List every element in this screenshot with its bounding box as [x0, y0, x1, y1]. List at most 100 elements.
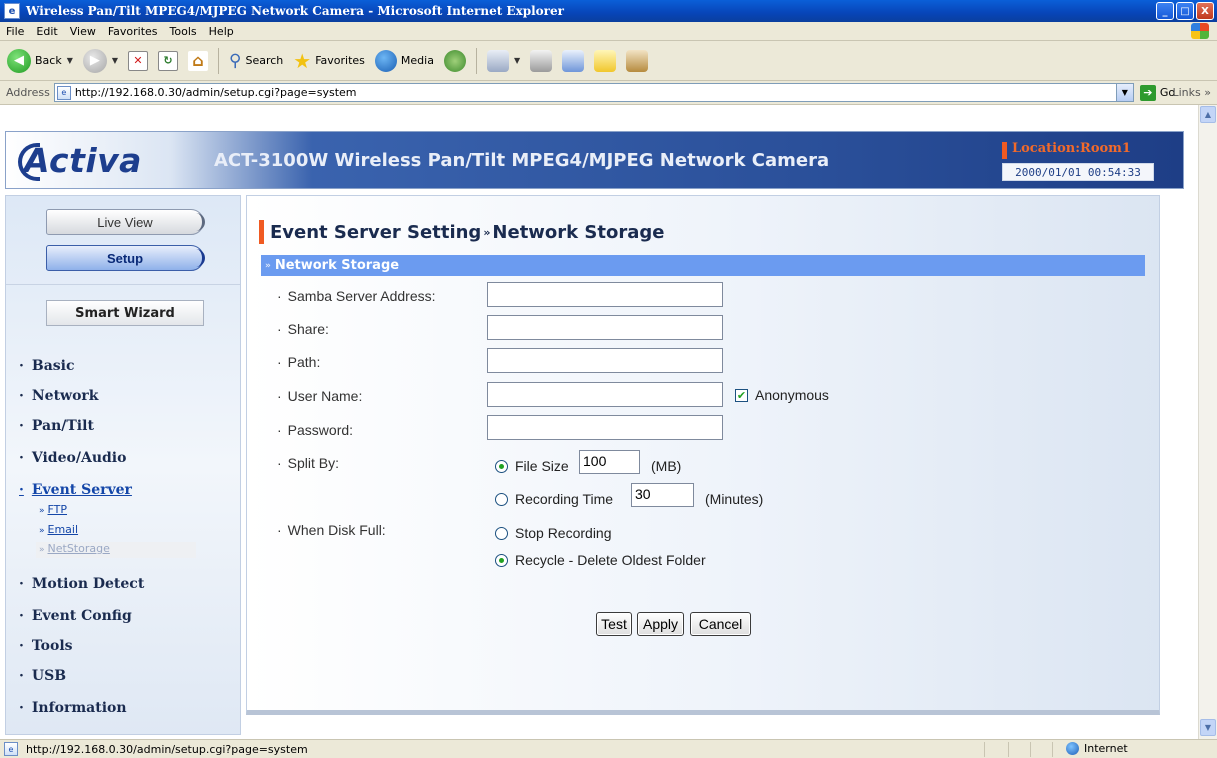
history-icon	[443, 49, 466, 72]
history-button[interactable]	[441, 45, 469, 77]
nav-information[interactable]: · Information	[19, 700, 127, 716]
nav-pan-tilt[interactable]: · Pan/Tilt	[19, 418, 94, 434]
vertical-scrollbar[interactable]: ▲ ▼	[1198, 105, 1217, 739]
print-button[interactable]	[527, 45, 555, 77]
nav-tools[interactable]: · Tools	[19, 638, 73, 654]
stop-recording-radio[interactable]	[495, 527, 508, 540]
nav-label: Information	[31, 700, 127, 716]
nav-label: Basic	[31, 358, 75, 374]
back-button[interactable]: ◀ Back ▼	[4, 45, 76, 77]
dropdown-arrow-icon: ▼	[66, 56, 73, 65]
smart-wizard-button[interactable]: Smart Wizard	[46, 300, 204, 326]
nav-basic[interactable]: · Basic	[19, 358, 75, 374]
location-label: Location:Room1	[1012, 141, 1131, 156]
edit-button[interactable]	[559, 45, 587, 77]
split-recording-time-radio[interactable]	[495, 493, 508, 506]
samba-address-input[interactable]	[487, 282, 723, 307]
discuss-button[interactable]	[591, 45, 619, 77]
status-bar: e http://192.168.0.30/admin/setup.cgi?pa…	[0, 739, 1217, 758]
username-input[interactable]	[487, 382, 723, 407]
setup-button[interactable]: Setup	[46, 245, 205, 271]
anonymous-checkbox[interactable]: ✔	[735, 389, 748, 402]
menu-view[interactable]: View	[64, 25, 102, 38]
path-input[interactable]	[487, 348, 723, 373]
activa-logo: Activa	[18, 141, 142, 181]
go-button[interactable]: ➔ Go	[1139, 84, 1175, 101]
recycle-radio[interactable]	[495, 554, 508, 567]
recording-time-unit: (Minutes)	[705, 491, 764, 507]
recycle-label: Recycle - Delete Oldest Folder	[515, 552, 706, 568]
password-input[interactable]	[487, 415, 723, 440]
minimize-button[interactable]: _	[1156, 2, 1174, 20]
nav-motion-detect[interactable]: · Motion Detect	[19, 576, 144, 592]
nav-event-server[interactable]: · Event Server	[19, 482, 132, 498]
nav-label: Motion Detect	[31, 576, 145, 592]
nav-event-config[interactable]: · Event Config	[19, 608, 132, 624]
cancel-button[interactable]: Cancel	[690, 612, 751, 636]
favorites-button[interactable]: ★ Favorites	[290, 45, 368, 77]
media-label: Media	[400, 54, 434, 67]
scroll-down-icon[interactable]: ▼	[1200, 719, 1216, 736]
stop-button[interactable]: ✕	[125, 45, 151, 77]
file-size-input[interactable]: 100	[579, 450, 640, 474]
research-button[interactable]	[623, 45, 651, 77]
apply-button[interactable]: Apply	[637, 612, 684, 636]
page-title: Event Server Setting » Network Storage	[259, 220, 664, 244]
maximize-button[interactable]: □	[1176, 2, 1194, 20]
test-button[interactable]: Test	[596, 612, 632, 636]
nav-label: Tools	[31, 638, 73, 654]
page-icon: e	[56, 85, 71, 100]
home-icon: ⌂	[188, 50, 209, 71]
security-zone: Internet	[1066, 742, 1128, 755]
section-title: Network Storage	[274, 258, 400, 273]
zone-label: Internet	[1084, 742, 1128, 755]
username-label: · User Name:	[277, 388, 363, 404]
address-input[interactable]: e http://192.168.0.30/admin/setup.cgi?pa…	[53, 83, 1134, 102]
go-arrow-icon: ➔	[1139, 84, 1156, 101]
address-dropdown-icon[interactable]: ▼	[1115, 84, 1133, 101]
menu-tools[interactable]: Tools	[164, 25, 203, 38]
links-label: Links	[1172, 86, 1201, 99]
close-button[interactable]: X	[1196, 2, 1214, 20]
split-file-size-radio[interactable]	[495, 460, 508, 473]
file-size-label: File Size	[515, 458, 569, 474]
refresh-button[interactable]: ↻	[155, 45, 181, 77]
nav-label: Network	[31, 388, 99, 404]
subnav-email[interactable]: » Email	[39, 523, 78, 536]
mail-button[interactable]: ▼	[484, 45, 523, 77]
status-pane	[1052, 742, 1053, 757]
forward-button[interactable]: ▶ ▼	[80, 45, 121, 77]
window-title: Wireless Pan/Tilt MPEG4/MJPEG Network Ca…	[26, 4, 564, 18]
links-button[interactable]: Links »	[1173, 86, 1212, 99]
menu-file[interactable]: File	[0, 25, 30, 38]
disk-full-label: · When Disk Full:	[277, 522, 386, 538]
nav-video-audio[interactable]: · Video/Audio	[19, 450, 126, 466]
menu-favorites[interactable]: Favorites	[102, 25, 164, 38]
share-label: · Share:	[277, 321, 329, 337]
search-button[interactable]: ⚲ Search	[226, 45, 286, 77]
subnav-netstorage[interactable]: » NetStorage	[36, 542, 196, 558]
media-icon	[374, 49, 397, 72]
printer-icon	[530, 49, 553, 72]
home-button[interactable]: ⌂	[185, 45, 211, 77]
window-titlebar: e Wireless Pan/Tilt MPEG4/MJPEG Network …	[0, 0, 1217, 22]
menu-bar: File Edit View Favorites Tools Help	[0, 22, 1217, 41]
menu-help[interactable]: Help	[203, 25, 240, 38]
nav-network[interactable]: · Network	[19, 388, 99, 404]
scroll-up-icon[interactable]: ▲	[1200, 106, 1216, 123]
samba-address-label: · Samba Server Address:	[277, 288, 436, 304]
menu-edit[interactable]: Edit	[30, 25, 63, 38]
edit-icon	[562, 49, 585, 72]
settings-panel: Event Server Setting » Network Storage »…	[246, 195, 1160, 715]
heading-separator: »	[483, 225, 491, 239]
split-by-label: · Split By:	[277, 455, 340, 471]
recording-time-input[interactable]: 30	[631, 483, 694, 507]
heading-page: Network Storage	[492, 221, 665, 243]
mail-icon	[486, 49, 509, 72]
media-button[interactable]: Media	[372, 45, 437, 77]
note-icon	[594, 49, 617, 72]
nav-usb[interactable]: · USB	[19, 668, 66, 684]
subnav-ftp[interactable]: » FTP	[39, 503, 67, 516]
share-input[interactable]	[487, 315, 723, 340]
live-view-button[interactable]: Live View	[46, 209, 205, 235]
